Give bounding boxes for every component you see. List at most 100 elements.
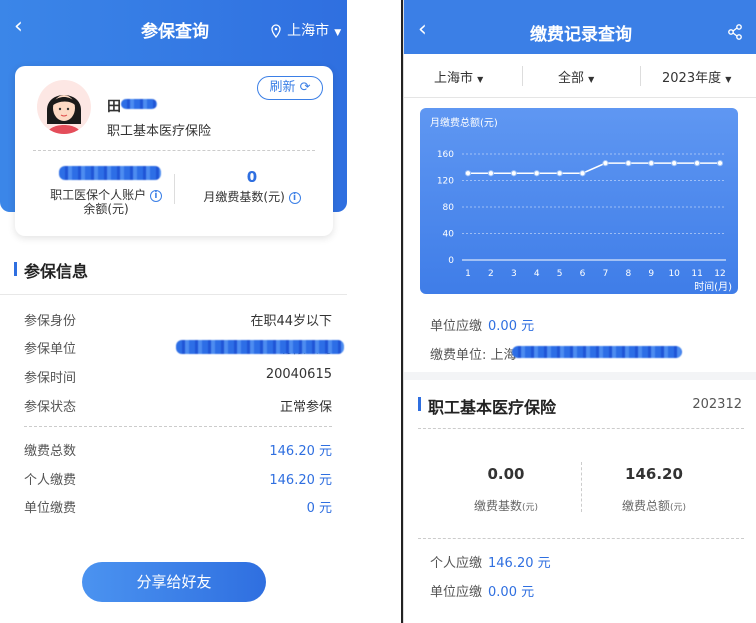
filter-bar: 上海市 ▼ 全部 ▼ 2023年度 ▼ bbox=[404, 54, 756, 98]
divider bbox=[418, 428, 744, 429]
account-label-line1: 职工医保个人账户 bbox=[50, 188, 147, 202]
divider bbox=[418, 538, 744, 539]
back-button[interactable]: ‹ bbox=[418, 17, 427, 42]
stat-label: 缴费基数(元) bbox=[436, 497, 576, 514]
card-separator bbox=[174, 174, 175, 204]
y-tick-label: 120 bbox=[437, 177, 454, 187]
x-tick-label: 7 bbox=[603, 269, 609, 279]
x-tick-label: 12 bbox=[714, 269, 725, 279]
row-value: 20040615 bbox=[265, 367, 332, 382]
info-icon[interactable]: i bbox=[288, 191, 301, 204]
monthly-chart: 月缴费总额(元) 0 40 80 120 160 1 2 3 4 5 6 7 8 9 10 11 12 时间(月) bbox=[420, 108, 738, 294]
row-key: 参保身份 bbox=[24, 314, 77, 329]
chevron-down-icon: ▼ bbox=[334, 28, 342, 38]
pay-unit-row: 缴费单位: 上海 bbox=[430, 344, 517, 363]
base-label-wrap: 月缴费基数(元) i bbox=[185, 188, 319, 205]
filter-label: 全部 bbox=[558, 71, 585, 86]
account-label-line2: 余额(元) bbox=[83, 202, 129, 216]
row-key: 单位应缴 bbox=[430, 319, 483, 334]
section-gap bbox=[404, 372, 756, 380]
section-marker bbox=[418, 397, 421, 411]
refresh-button[interactable]: 刷新 ⟳ bbox=[257, 76, 323, 100]
data-point bbox=[716, 160, 724, 167]
insurance-type: 职工基本医疗保险 bbox=[107, 124, 212, 139]
separator bbox=[640, 66, 641, 86]
page-title: 缴费记录查询 bbox=[530, 25, 632, 45]
data-point bbox=[533, 170, 540, 177]
pay-row: 缴费总数 146.20 元 bbox=[24, 440, 332, 460]
row-key: 缴费总数 bbox=[24, 444, 77, 459]
row-value: 146.20 元 bbox=[488, 556, 551, 571]
y-tick-label: 0 bbox=[448, 256, 454, 266]
section-title: 职工基本医疗保险 bbox=[428, 398, 557, 417]
pay-row: 单位缴费 0 元 bbox=[24, 497, 332, 517]
stat-total: 146.20 缴费总额(元) bbox=[584, 465, 724, 514]
section-title: 参保信息 bbox=[24, 262, 89, 281]
base-label: 月缴费基数(元) bbox=[203, 190, 285, 204]
stat-label-text: 缴费总额 bbox=[621, 499, 670, 513]
data-point bbox=[579, 170, 586, 177]
filter-year[interactable]: 2023年度 ▼ bbox=[662, 67, 731, 86]
line-chart: 月缴费总额(元)040801201601 2 3 4 5 6 7 8 9 10 11 12时间(月) bbox=[430, 116, 732, 293]
share-button[interactable]: 分享给好友 bbox=[82, 562, 266, 602]
personal-due-row: 个人应缴 146.20 元 bbox=[430, 552, 551, 571]
x-tick-label: 6 bbox=[580, 269, 586, 279]
share-icon[interactable] bbox=[727, 24, 743, 40]
x-tick-label: 11 bbox=[691, 269, 702, 279]
pay-unit-redacted bbox=[512, 346, 682, 358]
city-label: 上海市 bbox=[287, 23, 330, 39]
stat-unit: (元) bbox=[669, 503, 687, 513]
filter-label: 2023年度 bbox=[662, 71, 722, 86]
x-axis-label: 时间(月) bbox=[694, 280, 732, 293]
y-tick-label: 80 bbox=[443, 203, 455, 213]
redaction-mark bbox=[121, 99, 157, 109]
location-pin-icon bbox=[271, 23, 281, 38]
account-card: 田 职工基本医疗保险 刷新 ⟳ 职工医保个人账户 i 余额(元) 0 月缴费基数… bbox=[15, 66, 333, 236]
filter-city[interactable]: 上海市 ▼ bbox=[434, 67, 483, 86]
page-title: 参保查询 bbox=[141, 22, 209, 42]
row-value: 146.20 元 bbox=[269, 444, 332, 459]
data-point bbox=[464, 170, 472, 177]
x-tick-label: 3 bbox=[511, 269, 517, 279]
row-key: 参保单位 bbox=[24, 342, 77, 357]
info-row: 参保单位有限公司 bbox=[24, 338, 344, 358]
refresh-icon: ⟳ bbox=[299, 80, 311, 95]
data-point bbox=[625, 160, 632, 167]
city-selector[interactable]: 上海市 ▼ bbox=[270, 20, 341, 40]
stat-unit: (元) bbox=[521, 503, 539, 513]
row-value: 0.00 元 bbox=[488, 585, 535, 600]
info-row: 参保身份 在职44岁以下 bbox=[24, 310, 332, 330]
x-tick-label: 2 bbox=[488, 269, 494, 279]
section-period: 202312 bbox=[692, 397, 742, 412]
data-point bbox=[487, 170, 495, 177]
x-tick-label: 4 bbox=[534, 269, 540, 279]
back-button[interactable]: ‹ bbox=[14, 14, 23, 39]
base-value: 0 bbox=[246, 168, 258, 186]
divider bbox=[24, 426, 332, 427]
stat-label: 缴费总额(元) bbox=[584, 497, 724, 514]
stat-label-text: 缴费基数 bbox=[473, 499, 522, 513]
dropdown-arrow-icon: ▼ bbox=[588, 75, 595, 84]
row-key: 个人缴费 bbox=[24, 473, 77, 488]
pay-row: 个人缴费 146.20 元 bbox=[24, 469, 332, 489]
data-point bbox=[648, 160, 655, 167]
info-row: 参保状态 正常参保 bbox=[24, 396, 332, 416]
employer-redacted bbox=[176, 340, 344, 354]
x-tick-label: 8 bbox=[625, 269, 631, 279]
data-point bbox=[693, 160, 701, 167]
divider bbox=[0, 294, 347, 295]
info-row: 参保时间 20040615 bbox=[24, 367, 332, 387]
filter-type[interactable]: 全部 ▼ bbox=[558, 67, 594, 86]
series-line bbox=[468, 162, 720, 174]
unit-due-row: 单位应缴 0.00 元 bbox=[430, 315, 534, 334]
row-key: 参保状态 bbox=[24, 400, 77, 415]
user-name: 田 bbox=[107, 99, 121, 115]
y-tick-label: 40 bbox=[443, 230, 455, 240]
row-key: 单位应缴 bbox=[430, 585, 483, 600]
balance-redacted bbox=[59, 166, 161, 180]
stat-base: 0.00 缴费基数(元) bbox=[436, 465, 576, 514]
row-value: 正常参保 bbox=[279, 400, 332, 415]
x-tick-label: 9 bbox=[648, 269, 654, 279]
info-icon[interactable]: i bbox=[149, 189, 162, 202]
row-value: 在职44岁以下 bbox=[250, 314, 332, 329]
